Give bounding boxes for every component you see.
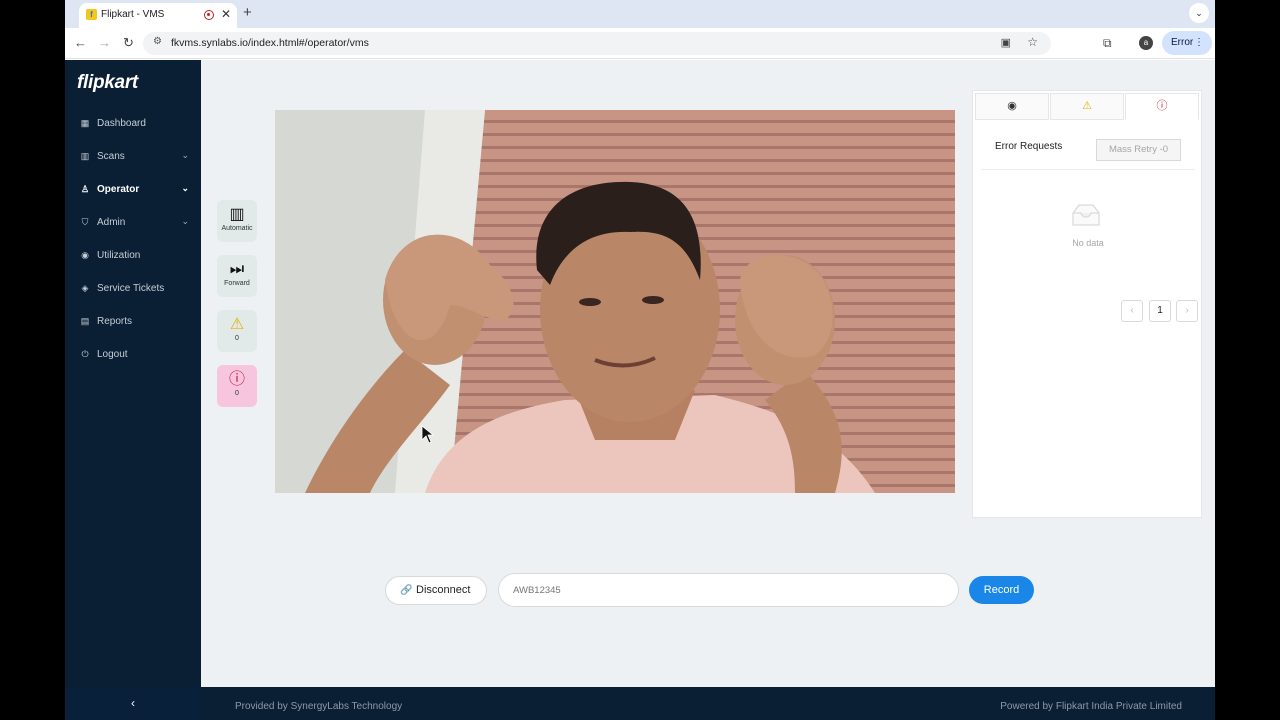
panel-divider	[981, 169, 1195, 170]
record-button[interactable]: Record	[969, 576, 1034, 604]
sidebar-item-label: Utilization	[97, 250, 141, 261]
sidebar-item-scans[interactable]: ▥ Scans ⌄	[65, 143, 201, 171]
error-pill-label: Error	[1171, 37, 1194, 48]
sidebar-item-utilization[interactable]: ◉ Utilization	[65, 242, 201, 270]
forward-arrow-icon[interactable]: →	[98, 35, 111, 50]
footer-powered-text: Powered by Flipkart India Private Limite…	[1000, 701, 1182, 712]
error-icon: ⓘ	[228, 371, 245, 388]
browser-tab-strip: f Flipkart - VMS ✕ + ⌄	[65, 0, 1215, 28]
camera-icon[interactable]: ▣	[1001, 36, 1011, 49]
forward-button[interactable]: ⏭ Forward	[217, 255, 257, 297]
logo-text: flipkart	[77, 72, 138, 93]
tab-warnings[interactable]: ⚠	[1050, 93, 1124, 120]
error-status-pill[interactable]: Error ⋮	[1162, 31, 1212, 55]
sidebar-item-label: Dashboard	[97, 118, 146, 129]
warning-icon: ⚠	[229, 316, 245, 333]
close-tab-icon[interactable]: ✕	[221, 7, 231, 21]
errors-count: 0	[235, 390, 239, 397]
chevron-left-icon: ‹	[131, 696, 135, 710]
footer-provider-text: Provided by SynergyLabs Technology	[235, 701, 403, 712]
sidebar-item-logout[interactable]: ⏻ Logout	[65, 341, 201, 369]
address-bar[interactable]: ⚙ fkvms.synlabs.io/index.html#/operator/…	[143, 32, 1051, 55]
sidebar: flipkart ▦ Dashboard ▥ Scans ⌄ ♙ Operato…	[65, 60, 201, 720]
page-number-button[interactable]: 1	[1149, 300, 1171, 322]
sidebar-item-service-tickets[interactable]: ◈ Service Tickets	[65, 275, 201, 303]
sidebar-item-label: Operator	[97, 184, 140, 195]
mass-retry-button[interactable]: Mass Retry -0	[1096, 139, 1181, 161]
prev-page-button[interactable]: ‹	[1121, 300, 1143, 322]
sidebar-item-label: Admin	[97, 217, 126, 228]
chevron-down-icon: ⌄	[181, 216, 189, 226]
sidebar-item-admin[interactable]: ⛉ Admin ⌄	[65, 209, 201, 237]
disconnect-button[interactable]: 🔗 Disconnect	[385, 576, 487, 605]
collapse-sidebar-button[interactable]: ‹	[65, 687, 201, 720]
user-icon: ♙	[80, 184, 90, 194]
tab-errors[interactable]: ⓘ	[1125, 93, 1199, 120]
sidebar-item-reports[interactable]: ▤ Reports	[65, 308, 201, 336]
tag-icon: ◈	[81, 283, 89, 293]
barcode-icon: ▥	[80, 151, 90, 161]
chevron-right-icon: ›	[1185, 305, 1189, 316]
empty-inbox-icon	[1072, 204, 1100, 226]
sidebar-item-operator[interactable]: ♙ Operator ⌄	[65, 176, 201, 204]
shield-icon: ⛉	[81, 217, 89, 227]
main-content: ▥ Automatic ⏭ Forward ⚠ 0 ⓘ 0 ◉ ⚠ ⓘ Erro…	[201, 60, 1215, 687]
recording-icon	[204, 10, 214, 20]
warning-icon: ⚠	[1082, 100, 1092, 112]
tab-live[interactable]: ◉	[975, 93, 1049, 120]
control-label: Automatic	[221, 225, 253, 232]
requests-panel: ◉ ⚠ ⓘ Error Requests Mass Retry -0 No da…	[972, 90, 1202, 518]
power-icon: ⏻	[81, 349, 89, 359]
chevron-left-icon: ‹	[1130, 305, 1134, 316]
warnings-button[interactable]: ⚠ 0	[217, 310, 257, 352]
eye-icon: ◉	[1007, 100, 1017, 112]
error-icon: ⓘ	[1156, 100, 1168, 112]
browser-tab[interactable]: f Flipkart - VMS ✕	[79, 3, 237, 28]
site-settings-icon[interactable]: ⚙	[153, 36, 162, 47]
signal-icon: ◉	[81, 250, 89, 260]
reload-icon[interactable]: ↻	[123, 35, 134, 51]
tab-title: Flipkart - VMS	[101, 9, 165, 20]
file-icon: ▤	[80, 316, 90, 326]
disconnect-label: Disconnect	[416, 584, 471, 596]
browser-toolbar: ← → ↻ ⚙ fkvms.synlabs.io/index.html#/ope…	[65, 28, 1215, 59]
page-footer: Provided by SynergyLabs Technology Power…	[201, 687, 1215, 720]
sidebar-item-label: Scans	[97, 151, 125, 162]
barcode-icon: ▥	[229, 206, 245, 223]
chevron-down-icon: ⌄	[181, 150, 189, 160]
chevron-down-icon: ⌄	[181, 183, 189, 193]
awb-input[interactable]	[498, 573, 959, 607]
next-page-button[interactable]: ›	[1176, 300, 1198, 322]
app-frame: f Flipkart - VMS ✕ + ⌄ ← → ↻ ⚙ fkvms.syn…	[65, 0, 1215, 720]
extensions-icon[interactable]: ⧉	[1103, 36, 1112, 51]
url-text: fkvms.synlabs.io/index.html#/operator/vm…	[171, 37, 369, 49]
link-icon: 🔗	[400, 585, 413, 596]
flipkart-logo: flipkart	[77, 72, 138, 94]
camera-video-feed	[275, 110, 955, 493]
sidebar-item-dashboard[interactable]: ▦ Dashboard	[65, 110, 201, 138]
automatic-mode-button[interactable]: ▥ Automatic	[217, 200, 257, 242]
sidebar-item-label: Logout	[97, 349, 128, 360]
sidebar-item-label: Service Tickets	[97, 283, 165, 294]
error-requests-title: Error Requests	[995, 141, 1063, 152]
profile-avatar[interactable]: a	[1139, 36, 1153, 50]
warnings-count: 0	[235, 335, 239, 342]
errors-button[interactable]: ⓘ 0	[217, 365, 257, 407]
back-arrow-icon[interactable]: ←	[74, 35, 87, 50]
new-tab-icon[interactable]: +	[243, 4, 252, 21]
more-menu-icon[interactable]: ⋮	[1194, 31, 1204, 55]
fast-forward-icon: ⏭	[229, 261, 245, 278]
tab-search-chevron-icon[interactable]: ⌄	[1189, 3, 1209, 23]
video-frame-image	[275, 110, 955, 493]
sidebar-item-label: Reports	[97, 316, 133, 327]
flipkart-favicon-icon: f	[86, 9, 97, 20]
no-data-text: No data	[1072, 238, 1104, 248]
grid-icon: ▦	[80, 118, 90, 128]
control-label: Forward	[224, 280, 250, 287]
bookmark-star-icon[interactable]: ☆	[1027, 35, 1038, 49]
